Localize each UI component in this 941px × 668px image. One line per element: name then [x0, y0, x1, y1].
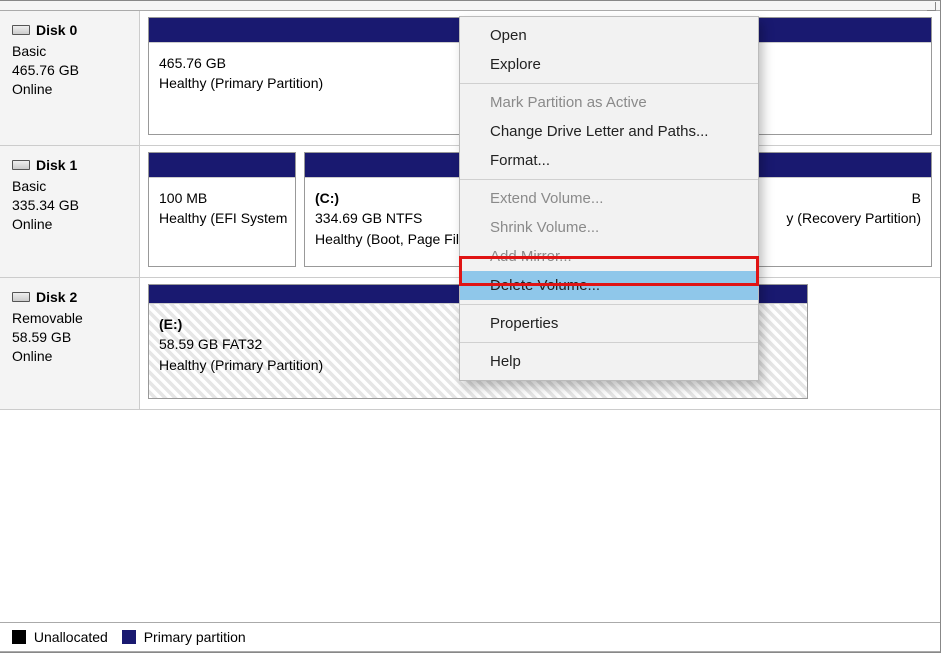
disk-title: Disk 1	[36, 156, 77, 175]
menu-properties[interactable]: Properties	[460, 309, 758, 338]
menu-separator	[460, 179, 758, 180]
disk-type: Basic	[12, 42, 127, 61]
menu-mark-active: Mark Partition as Active	[460, 88, 758, 117]
hdd-icon	[12, 25, 30, 35]
disk-header[interactable]: Disk 2 Removable 58.59 GB Online	[0, 278, 140, 409]
disk-size: 335.34 GB	[12, 196, 127, 215]
legend-unallocated: Unallocated	[12, 629, 108, 645]
legend-unalloc-label: Unallocated	[34, 629, 108, 645]
partition-health: Healthy (EFI System	[159, 208, 285, 228]
menu-format[interactable]: Format...	[460, 146, 758, 175]
menu-add-mirror: Add Mirror...	[460, 242, 758, 271]
hdd-icon	[12, 292, 30, 302]
menu-separator	[460, 342, 758, 343]
partition-efi[interactable]: 100 MB Healthy (EFI System	[148, 152, 296, 267]
menu-extend-volume: Extend Volume...	[460, 184, 758, 213]
partition-health: y (Recovery Partition)	[768, 208, 921, 228]
disk-title: Disk 0	[36, 21, 77, 40]
legend-swatch-navy	[122, 630, 136, 644]
menu-open[interactable]: Open	[460, 21, 758, 50]
context-menu: Open Explore Mark Partition as Active Ch…	[459, 16, 759, 381]
menu-help[interactable]: Help	[460, 347, 758, 376]
legend-primary: Primary partition	[122, 629, 246, 645]
legend-swatch-black	[12, 630, 26, 644]
disk-header[interactable]: Disk 0 Basic 465.76 GB Online	[0, 11, 140, 145]
legend-primary-label: Primary partition	[144, 629, 246, 645]
menu-change-letter[interactable]: Change Drive Letter and Paths...	[460, 117, 758, 146]
disk-type: Removable	[12, 309, 127, 328]
legend-bar: Unallocated Primary partition	[0, 622, 940, 652]
menu-separator	[460, 83, 758, 84]
disk-header[interactable]: Disk 1 Basic 335.34 GB Online	[0, 146, 140, 277]
disk-size: 465.76 GB	[12, 61, 127, 80]
menu-shrink-volume: Shrink Volume...	[460, 213, 758, 242]
disk-type: Basic	[12, 177, 127, 196]
disk-title: Disk 2	[36, 288, 77, 307]
disk-status: Online	[12, 347, 127, 366]
partition-header-bar	[149, 153, 295, 177]
partition-header-bar	[758, 153, 931, 177]
menu-separator	[460, 304, 758, 305]
hdd-icon	[12, 160, 30, 170]
pane-toolstrip	[0, 1, 940, 11]
partition-size: 100 MB	[159, 188, 285, 208]
menu-delete-volume[interactable]: Delete Volume...	[460, 271, 758, 300]
disk-management-pane: Disk 0 Basic 465.76 GB Online 465.76 GB …	[0, 0, 941, 653]
partition-size: B	[768, 188, 921, 208]
disk-status: Online	[12, 215, 127, 234]
partition-recovery[interactable]: B y (Recovery Partition)	[757, 152, 932, 267]
disk-status: Online	[12, 80, 127, 99]
disk-size: 58.59 GB	[12, 328, 127, 347]
menu-explore[interactable]: Explore	[460, 50, 758, 79]
